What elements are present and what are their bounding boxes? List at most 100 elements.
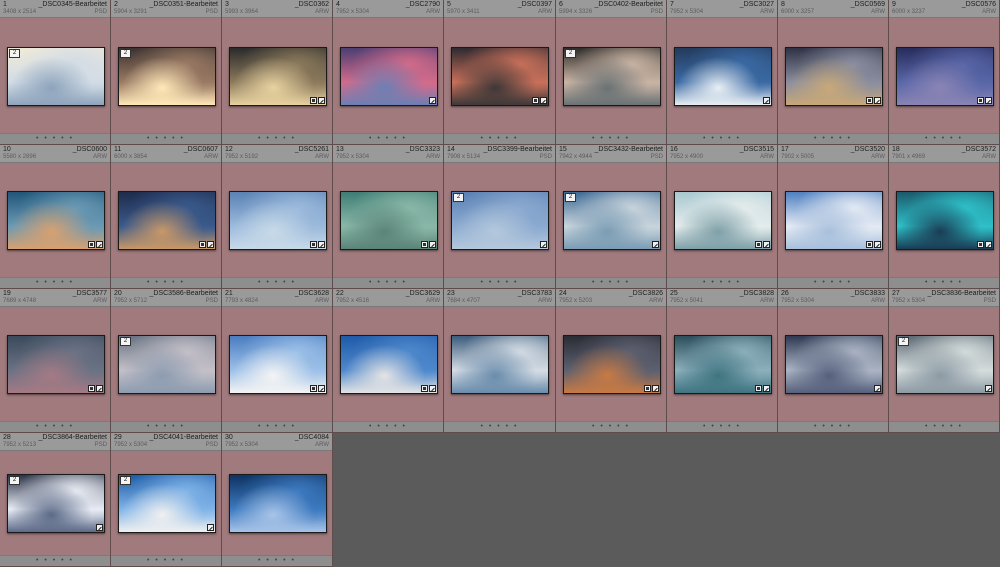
grid-cell[interactable]: 24 _DSC3826 7952 x 5203 ARW • • • • •	[556, 289, 667, 433]
thumbnail-image[interactable]: 2	[896, 335, 994, 394]
grid-cell[interactable]: 1 _DSC0345-Bearbeitet 3408 x 2514 PSD 2 • • •…	[0, 0, 111, 145]
metadata-icon[interactable]	[977, 241, 984, 248]
thumbnail-image[interactable]	[896, 191, 994, 250]
crop-icon[interactable]	[429, 241, 436, 248]
grid-cell[interactable]: 5 _DSC0397 5970 x 3411 ARW • • • • •	[444, 0, 556, 145]
metadata-icon[interactable]	[421, 241, 428, 248]
crop-icon[interactable]	[318, 97, 325, 104]
thumbnail-image[interactable]	[785, 191, 883, 250]
thumbnail-image[interactable]: 2	[118, 335, 216, 394]
thumbnail-image[interactable]	[785, 47, 883, 106]
rating-dots[interactable]: • • • • •	[0, 556, 110, 565]
grid-cell[interactable]: 18 _DSC3572 7901 x 4969 ARW • • • • •	[889, 145, 1000, 289]
rating-dots[interactable]: • • • • •	[0, 278, 110, 287]
grid-cell[interactable]: 28 _DSC3864-Bearbeitet 7952 x 5213 PSD 2 • • …	[0, 433, 111, 567]
crop-icon[interactable]	[429, 97, 436, 104]
metadata-icon[interactable]	[755, 385, 762, 392]
grid-cell[interactable]: 13 _DSC3323 7952 x 5304 ARW • • • • •	[333, 145, 444, 289]
rating-dots[interactable]: • • • • •	[222, 134, 332, 143]
rating-dots[interactable]: • • • • •	[667, 422, 777, 431]
metadata-icon[interactable]	[88, 385, 95, 392]
grid-cell[interactable]: 9 _DSC0576 6000 x 3237 ARW • • • • •	[889, 0, 1000, 145]
grid-cell[interactable]: 12 _DSC5261 7952 x 5192 ARW • • • • •	[222, 145, 333, 289]
stack-count-badge[interactable]: 2	[120, 337, 131, 346]
grid-cell[interactable]: 27 _DSC3836-Bearbeitet 7952 x 5304 PSD 2 • • …	[889, 289, 1000, 433]
metadata-icon[interactable]	[532, 97, 539, 104]
grid-cell[interactable]: 7 _DSC3027 7952 x 5304 ARW • • • • •	[667, 0, 778, 145]
rating-dots[interactable]: • • • • •	[111, 134, 221, 143]
thumbnail-image[interactable]	[229, 47, 327, 106]
grid-cell[interactable]: 20 _DSC3586-Bearbeitet 7952 x 5712 PSD 2 • • …	[111, 289, 222, 433]
grid-cell[interactable]: 26 _DSC3833 7952 x 5304 ARW • • • • •	[778, 289, 889, 433]
crop-icon[interactable]	[652, 241, 659, 248]
grid-cell[interactable]: 4 _DSC2790 7952 x 5304 ARW • • • • •	[333, 0, 444, 145]
stack-count-badge[interactable]: 2	[898, 337, 909, 346]
thumbnail-image[interactable]	[229, 474, 327, 533]
grid-cell[interactable]: 16 _DSC3515 7952 x 4900 ARW • • • • •	[667, 145, 778, 289]
metadata-icon[interactable]	[199, 241, 206, 248]
thumbnail-image[interactable]	[785, 335, 883, 394]
rating-dots[interactable]: • • • • •	[222, 278, 332, 287]
crop-icon[interactable]	[207, 241, 214, 248]
grid-cell[interactable]: 6 _DSC0402-Bearbeitet 5994 x 3326 PSD 2 • • •…	[556, 0, 667, 145]
rating-dots[interactable]: • • • • •	[556, 278, 666, 287]
grid-cell[interactable]: 22 _DSC3629 7952 x 4516 ARW • • • • •	[333, 289, 444, 433]
metadata-icon[interactable]	[866, 241, 873, 248]
metadata-icon[interactable]	[755, 241, 762, 248]
rating-dots[interactable]: • • • • •	[667, 278, 777, 287]
thumbnail-image[interactable]	[118, 191, 216, 250]
crop-icon[interactable]	[763, 97, 770, 104]
stack-count-badge[interactable]: 2	[453, 193, 464, 202]
grid-cell[interactable]: 8 _DSC0569 6000 x 3257 ARW • • • • •	[778, 0, 889, 145]
grid-cell[interactable]: 11 _DSC0607 6000 x 3854 ARW • • • • •	[111, 145, 222, 289]
grid-cell[interactable]: 29 _DSC4041-Bearbeitet 7952 x 5304 PSD 2 • • …	[111, 433, 222, 567]
crop-icon[interactable]	[318, 241, 325, 248]
grid-cell[interactable]: 21 _DSC3628 7793 x 4824 ARW • • • • •	[222, 289, 333, 433]
rating-dots[interactable]: • • • • •	[444, 278, 555, 287]
thumbnail-image[interactable]: 2	[563, 191, 661, 250]
metadata-icon[interactable]	[644, 385, 651, 392]
thumbnail-image[interactable]: 2	[7, 47, 105, 106]
rating-dots[interactable]: • • • • •	[778, 134, 888, 143]
grid-cell[interactable]: 30 _DSC4084 7952 x 5304 ARW • • • • •	[222, 433, 333, 567]
stack-count-badge[interactable]: 2	[9, 476, 20, 485]
rating-dots[interactable]: • • • • •	[556, 134, 666, 143]
thumbnail-image[interactable]	[896, 47, 994, 106]
grid-cell[interactable]: 17 _DSC3520 7902 x 5005 ARW • • • • •	[778, 145, 889, 289]
grid-cell[interactable]: 14 _DSC3399-Bearbeitet 7908 x 5134 PSD 2 • • …	[444, 145, 556, 289]
rating-dots[interactable]: • • • • •	[222, 556, 332, 565]
stack-count-badge[interactable]: 2	[565, 193, 576, 202]
rating-dots[interactable]: • • • • •	[444, 422, 555, 431]
crop-icon[interactable]	[207, 524, 214, 531]
crop-icon[interactable]	[96, 524, 103, 531]
thumbnail-image[interactable]: 2	[118, 474, 216, 533]
rating-dots[interactable]: • • • • •	[556, 422, 666, 431]
grid-cell[interactable]: 2 _DSC0351-Bearbeitet 5904 x 3291 PSD 2 • • •…	[111, 0, 222, 145]
rating-dots[interactable]: • • • • •	[444, 134, 555, 143]
crop-icon[interactable]	[318, 385, 325, 392]
metadata-icon[interactable]	[310, 385, 317, 392]
rating-dots[interactable]: • • • • •	[0, 422, 110, 431]
crop-icon[interactable]	[985, 385, 992, 392]
crop-icon[interactable]	[429, 385, 436, 392]
thumbnail-image[interactable]	[674, 191, 772, 250]
thumbnail-image[interactable]	[229, 191, 327, 250]
rating-dots[interactable]: • • • • •	[778, 278, 888, 287]
metadata-icon[interactable]	[977, 97, 984, 104]
metadata-icon[interactable]	[310, 241, 317, 248]
rating-dots[interactable]: • • • • •	[0, 134, 110, 143]
thumbnail-image[interactable]: 2	[118, 47, 216, 106]
crop-icon[interactable]	[763, 385, 770, 392]
crop-icon[interactable]	[96, 241, 103, 248]
thumbnail-image[interactable]	[451, 335, 549, 394]
thumbnail-image[interactable]	[7, 335, 105, 394]
grid-cell[interactable]: 15 _DSC3432-Bearbeitet 7942 x 4944 PSD 2 • • …	[556, 145, 667, 289]
metadata-icon[interactable]	[88, 241, 95, 248]
crop-icon[interactable]	[985, 97, 992, 104]
stack-count-badge[interactable]: 2	[565, 49, 576, 58]
thumbnail-image[interactable]	[451, 47, 549, 106]
grid-cell[interactable]: 10 _DSC0600 5580 x 2896 ARW • • • • •	[0, 145, 111, 289]
grid-cell[interactable]: 19 _DSC3577 7689 x 4748 ARW • • • • •	[0, 289, 111, 433]
rating-dots[interactable]: • • • • •	[333, 278, 443, 287]
stack-count-badge[interactable]: 2	[120, 476, 131, 485]
